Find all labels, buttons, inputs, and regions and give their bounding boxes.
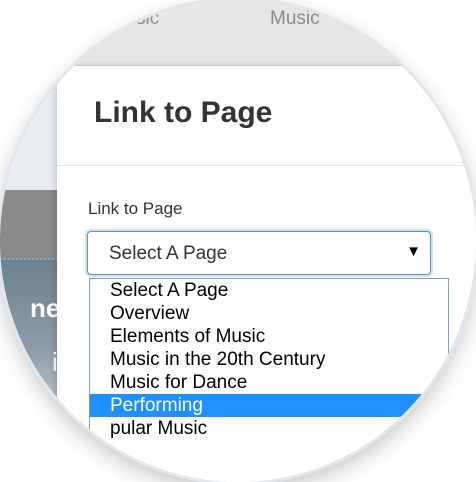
page-dropdown-list[interactable]: Select A Page Overview Elements of Music… — [89, 278, 449, 482]
page-select[interactable]: Select A Page ▼ — [87, 231, 431, 275]
link-to-page-label: Link to Page — [88, 199, 183, 218]
background-tab[interactable]: r Music — [98, 8, 159, 30]
dropdown-option[interactable]: Select A Page — [90, 279, 448, 302]
dropdown-option[interactable]: Music for Dance — [90, 371, 448, 394]
modal-header: Link to Page — [57, 66, 476, 166]
background-tab-bar: r Music Music — [0, 0, 476, 66]
dropdown-option[interactable]: pular Music — [90, 417, 448, 440]
dropdown-option[interactable]: Overview — [90, 302, 448, 325]
link-to-page-modal: Link to Page Link to Page Select A Page … — [57, 66, 476, 482]
magnifier-lens: r Music Music nei i Link to Page Link to… — [0, 0, 476, 482]
modal-title: Link to Page — [94, 96, 273, 129]
background-tab[interactable]: Music — [270, 8, 320, 30]
dropdown-option[interactable]: Elements of Music — [90, 325, 448, 348]
dropdown-option[interactable]: Music in the 20th Century — [90, 348, 448, 371]
page-select-value: Select A Page — [109, 243, 228, 264]
dropdown-option-highlighted[interactable]: Performing — [90, 394, 448, 417]
chevron-down-icon: ▼ — [406, 243, 421, 260]
